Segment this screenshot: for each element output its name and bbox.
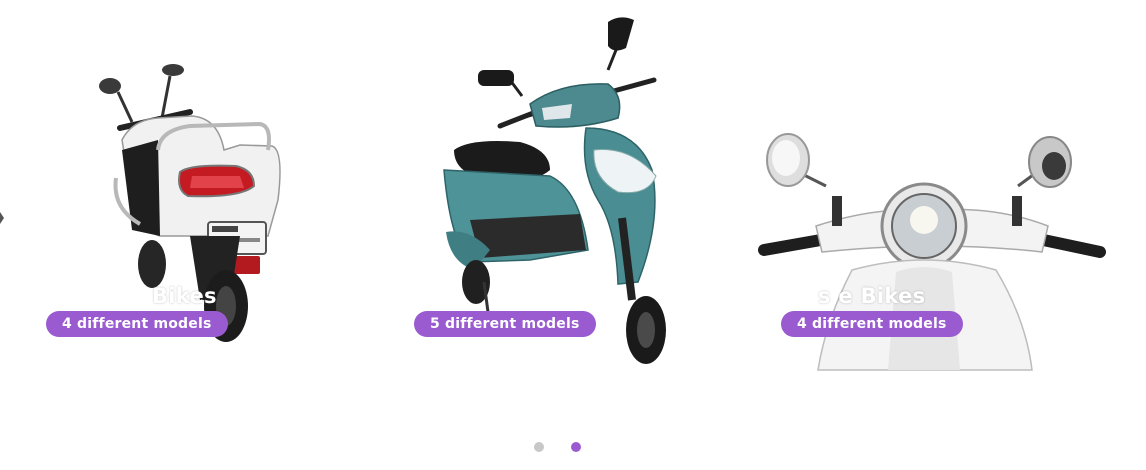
product-carousel: Bikes 4 different models 5 different mod… xyxy=(0,0,1146,420)
model-count-badge: 4 different models xyxy=(46,311,228,337)
carousel-pagination xyxy=(0,440,1146,454)
category-card-1[interactable]: Bikes 4 different models xyxy=(40,0,320,380)
previous-slide-edge xyxy=(0,212,4,224)
slide-title: Bikes xyxy=(152,284,217,308)
model-count-badge: 5 different models xyxy=(414,311,596,337)
pagination-dot-1[interactable] xyxy=(534,442,544,452)
slide-title: s e Bikes xyxy=(818,284,926,308)
pagination-dot-2[interactable] xyxy=(571,442,581,452)
category-card-3[interactable]: s e Bikes 4 different models xyxy=(756,0,1116,380)
model-count-badge: 4 different models xyxy=(781,311,963,337)
category-card-2[interactable]: 5 different models xyxy=(410,0,710,380)
